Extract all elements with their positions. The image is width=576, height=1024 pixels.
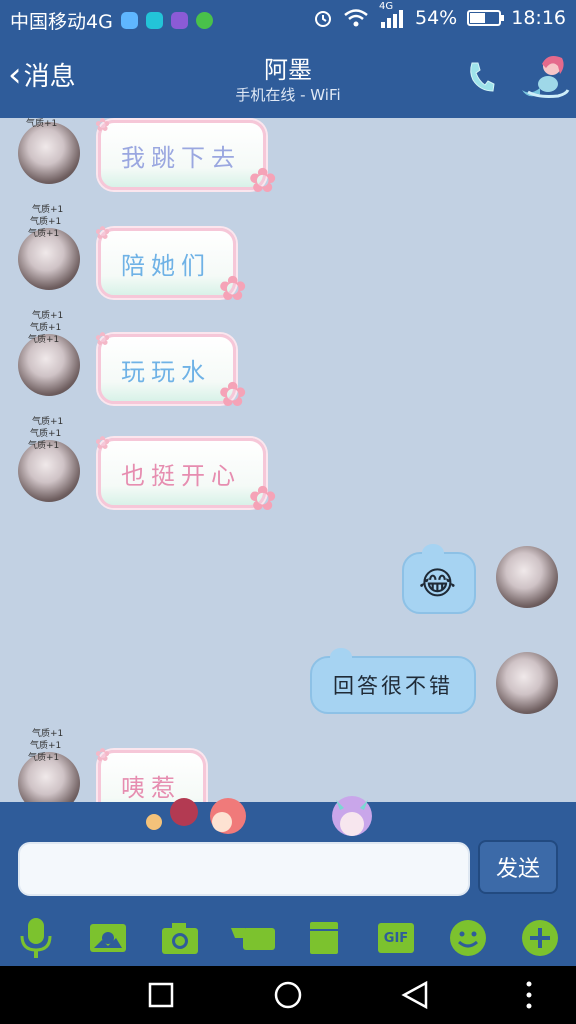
recent-apps-button[interactable] — [146, 980, 176, 1010]
notification-app-icon — [145, 12, 163, 29]
message-text: 也挺开心 — [121, 461, 241, 490]
clock: 18:16 — [511, 7, 566, 29]
carrier-label: 中国移动4G — [10, 11, 113, 33]
blossom-decoration: ✿ — [95, 329, 111, 350]
camera-button[interactable] — [158, 916, 202, 960]
message-row: 气质+1 气质+1 气质+1 ✿ 也挺开心 ✿ — [0, 418, 576, 528]
more-vert-icon — [526, 981, 532, 1009]
message-text: 回答很不错 — [333, 674, 453, 698]
blossom-decoration: ✿ — [95, 223, 111, 244]
gif-button[interactable]: GIF — [374, 916, 418, 960]
anime-characters-decoration — [146, 796, 372, 836]
message-bubble[interactable]: ✿ 我跳下去 ✿ — [95, 118, 277, 201]
notification-app-icon — [170, 12, 188, 29]
badge-tag: 气质+1 — [32, 311, 64, 321]
bubble-ear-decoration — [330, 648, 352, 666]
back-nav-button[interactable] — [400, 980, 430, 1010]
flower-decoration: ✿ — [248, 479, 278, 519]
message-list[interactable]: 气质+1 ✿ 我跳下去 ✿ 气质+1 气质+1 气质+1 ✿ 陪她们 ✿ 气质+… — [0, 118, 576, 802]
triangle-back-icon — [401, 980, 428, 1010]
message-row: 气质+1 气质+1 气质+1 ✿ 陪她们 ✿ — [0, 206, 576, 312]
mermaid-theme-icon[interactable] — [518, 52, 570, 104]
flower-decoration: ✿ — [248, 161, 278, 201]
message-text: 我跳下去 — [121, 143, 241, 172]
badge-tag: 气质+1 — [30, 429, 62, 439]
my-avatar[interactable] — [496, 546, 558, 608]
file-button[interactable] — [302, 916, 346, 960]
flower-decoration: ✿ — [218, 375, 248, 415]
home-button[interactable] — [273, 980, 303, 1010]
message-bubble[interactable]: ✿ 也挺开心 ✿ — [95, 433, 277, 519]
red-packet-icon — [231, 928, 275, 950]
message-bubble[interactable]: ✿ 玩玩水 ✿ — [95, 329, 247, 415]
badge-tag: 气质+1 — [30, 323, 62, 333]
message-bubble-outgoing[interactable]: 回答很不错 — [310, 648, 476, 714]
laughing-emoji: 😂 — [418, 564, 460, 602]
wifi-icon — [344, 9, 368, 27]
bubble-ear-decoration — [422, 544, 444, 562]
picture-button[interactable] — [86, 916, 130, 960]
phone-icon[interactable] — [466, 60, 496, 94]
status-bar: 中国移动4G 4G 54% 18:16 — [0, 0, 576, 38]
notification-app-icon — [195, 12, 213, 29]
message-row: 😂 — [0, 538, 576, 628]
microphone-icon — [20, 918, 52, 958]
emoji-icon — [450, 920, 486, 956]
menu-button[interactable] — [514, 980, 544, 1010]
message-row: 气质+1 气质+1 气质+1 ✿ 玩玩水 ✿ — [0, 312, 576, 418]
red-packet-button[interactable] — [228, 916, 278, 960]
badge-tag: 气质+1 — [28, 441, 60, 451]
badge-tag: 气质+1 — [26, 119, 58, 129]
badge-tag: 气质+1 — [30, 217, 62, 227]
badge-tag: 气质+1 — [32, 417, 64, 427]
message-row: 气质+1 ✿ 我跳下去 ✿ — [0, 118, 576, 218]
badge-tag: 气质+1 — [28, 335, 60, 345]
system-navigation-bar — [0, 966, 576, 1024]
file-icon — [310, 922, 338, 954]
badge-tag: 气质+1 — [28, 229, 60, 239]
circle-icon — [274, 981, 302, 1009]
badge-tag: 气质+1 — [28, 753, 60, 763]
signal-icon: 4G — [379, 1, 405, 29]
message-input[interactable] — [18, 842, 470, 896]
message-row: 回答很不错 — [0, 642, 576, 732]
battery-icon — [467, 10, 505, 26]
chat-header: ‹ 消息 阿墨 手机在线 - WiFi — [0, 38, 576, 118]
blossom-decoration: ✿ — [95, 118, 111, 136]
gif-icon: GIF — [378, 923, 414, 953]
alarm-icon — [315, 11, 331, 27]
blossom-decoration: ✿ — [95, 433, 111, 454]
badge-tag: 气质+1 — [32, 729, 64, 739]
blossom-decoration: ✿ — [95, 745, 111, 766]
square-icon — [148, 982, 174, 1008]
message-text: 玩玩水 — [121, 357, 211, 386]
send-button[interactable]: 发送 — [478, 840, 558, 894]
battery-fill — [470, 13, 486, 23]
notification-app-icon — [120, 12, 138, 29]
message-bubble[interactable]: ✿ 陪她们 ✿ — [95, 223, 247, 309]
input-bar: 发送 — [0, 796, 576, 910]
battery-percent: 54% — [415, 7, 458, 29]
my-avatar[interactable] — [496, 652, 558, 714]
message-text: 陪她们 — [121, 251, 211, 280]
badge-tag: 气质+1 — [32, 205, 64, 215]
voice-button[interactable] — [14, 916, 58, 960]
chat-toolbar: GIF — [0, 910, 576, 966]
contact-avatar[interactable] — [18, 122, 80, 184]
emoji-button[interactable] — [446, 916, 490, 960]
picture-icon — [90, 924, 126, 952]
badge-tag: 气质+1 — [30, 741, 62, 751]
camera-icon — [162, 923, 198, 954]
message-bubble-outgoing[interactable]: 😂 — [402, 544, 476, 614]
plus-icon — [522, 920, 558, 956]
flower-decoration: ✿ — [218, 269, 248, 309]
more-button[interactable] — [518, 916, 562, 960]
